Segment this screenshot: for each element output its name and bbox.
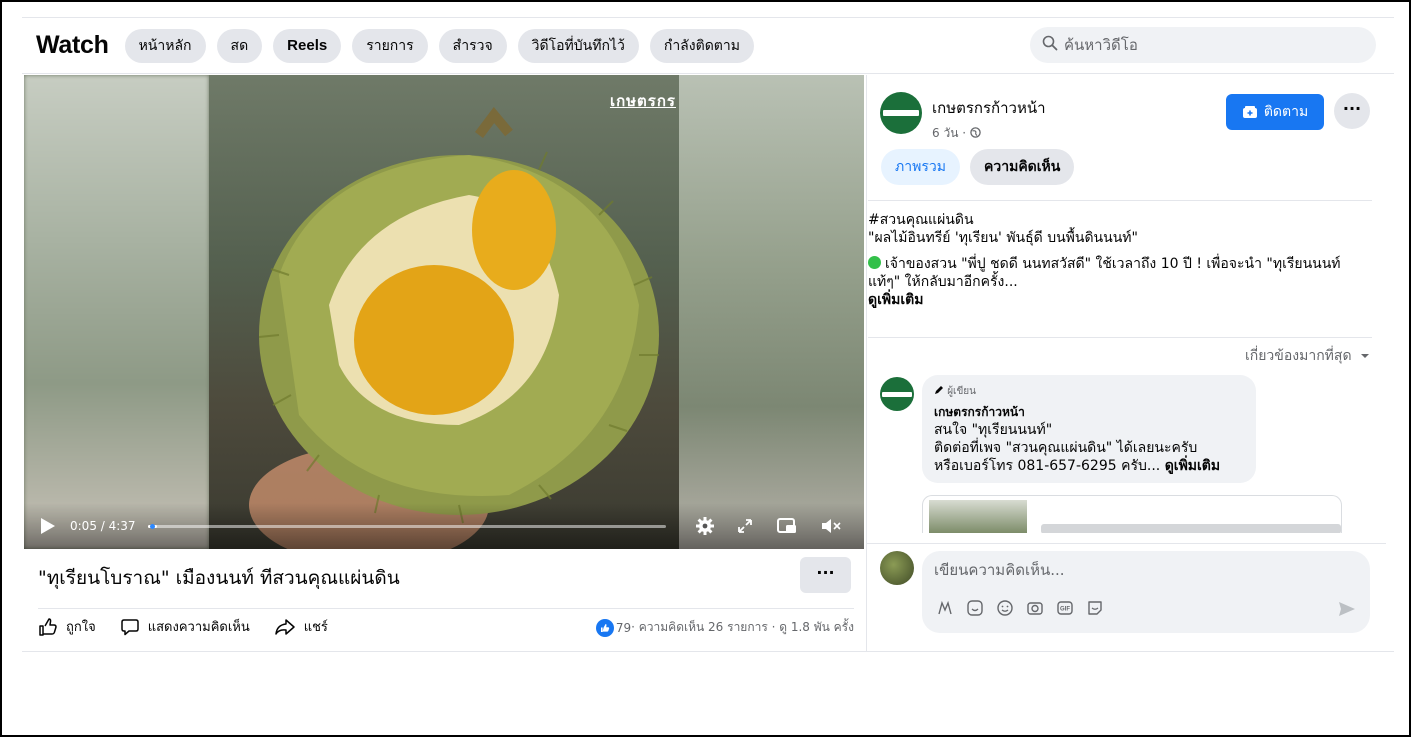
nav-pill-saved-videos[interactable]: วิดีโอที่บันทึกไว้ (517, 28, 639, 63)
avatar-sticker-icon[interactable] (936, 599, 954, 617)
emoji-icon[interactable] (996, 599, 1014, 617)
nav-pill-explore[interactable]: สำรวจ (438, 28, 507, 63)
comment-see-more[interactable]: ดูเพิ่มเติม (1165, 458, 1220, 474)
comment-author[interactable]: เกษตรกรก้าวหน้า (934, 403, 1244, 421)
nav-pill-reels[interactable]: Reels (273, 28, 342, 63)
comment-line2: ติดต่อที่เพจ "สวนคุณแผ่นดิน" ได้เลยนะครั… (934, 440, 1198, 456)
composer-divider (866, 543, 1386, 544)
search-input[interactable] (1064, 36, 1344, 54)
video-time: 0:05 / 4:37 (70, 519, 136, 533)
gif-icon[interactable]: GIF (1056, 599, 1074, 617)
video-more-button[interactable]: ··· (800, 557, 851, 593)
comment-bubble: ผู้เขียน เกษตรกรก้าวหน้า สนใจ "ทุเรียนนน… (922, 375, 1256, 483)
share-button[interactable]: แชร์ (274, 616, 328, 637)
link-preview-text (1041, 524, 1341, 533)
description-line2: เจ้าของสวน "พี่ปู ชดดี นนทสวัสดี" ใช้เวล… (868, 256, 1341, 290)
mute-icon[interactable] (820, 515, 842, 537)
page-more-button[interactable]: ··· (1334, 93, 1370, 129)
composer-tools: GIF (936, 599, 1116, 617)
like-label: ถูกใจ (66, 620, 96, 635)
sticker-smile-icon[interactable] (1086, 599, 1104, 617)
tab-comments[interactable]: ความคิดเห็น (970, 149, 1075, 185)
sort-label: เกี่ยวข้องมากที่สุด (1244, 348, 1352, 364)
video-blur-left (24, 75, 209, 549)
comment-link-preview[interactable] (922, 495, 1342, 533)
video-progress-track[interactable] (148, 524, 666, 529)
sticker-icon[interactable] (966, 599, 984, 617)
follow-button[interactable]: ติดตาม (1226, 94, 1324, 130)
author-badge: ผู้เขียน (934, 383, 1244, 401)
globe-icon (970, 127, 981, 138)
comment-avatar[interactable] (880, 377, 914, 411)
search-box[interactable] (1030, 27, 1376, 63)
page-avatar[interactable] (880, 92, 922, 134)
camera-icon[interactable] (1026, 599, 1044, 617)
durian-image (249, 106, 659, 549)
comment-composer[interactable]: GIF (922, 551, 1370, 633)
see-more-link[interactable]: ดูเพิ่มเติม (868, 291, 1372, 309)
comment-button[interactable]: แสดงความคิดเห็น (120, 616, 250, 637)
watch-header: Watch หน้าหลัก สด Reels รายการ สำรวจ วิด… (22, 18, 1394, 74)
video-title: "ทุเรียนโบราณ" เมืองนนท์ ทีสวนคุณแผ่นดิน (38, 567, 400, 589)
nav-pill-following[interactable]: กำลังติดตาม (649, 28, 754, 63)
post-time: 6 วัน · (932, 124, 1046, 143)
nav-pill-live[interactable]: สด (216, 28, 263, 63)
follow-label: ติดตาม (1263, 104, 1309, 120)
video-description: #สวนคุณแผ่นดิน "ผลไม้อินทรีย์ 'ทุเรียน' … (868, 211, 1372, 309)
settings-gear-icon[interactable] (694, 515, 716, 537)
likes-count[interactable]: 79 (616, 621, 631, 635)
nav-pill-shows[interactable]: รายการ (352, 28, 428, 63)
search-icon (1042, 35, 1058, 55)
video-progress-knob[interactable] (150, 524, 155, 529)
like-reaction-icon (595, 618, 614, 637)
follow-icon (1242, 106, 1257, 118)
pencil-icon (935, 386, 943, 394)
send-icon[interactable] (1338, 601, 1356, 617)
like-button[interactable]: ถูกใจ (38, 616, 96, 637)
user-avatar[interactable] (880, 551, 914, 585)
page-title: Watch (36, 31, 109, 59)
share-label: แชร์ (303, 620, 328, 635)
caret-down-icon (1361, 354, 1369, 358)
comment-sort-dropdown[interactable]: เกี่ยวข้องมากที่สุด (1245, 345, 1370, 367)
brand-watermark: เกษตรกร (609, 93, 676, 110)
comment-label: แสดงความคิดเห็น (147, 620, 250, 635)
page-name[interactable]: เกษตรกรก้าวหน้า (932, 96, 1046, 120)
share-icon (274, 618, 295, 635)
video-blur-right (679, 75, 864, 549)
description-line1: "ผลไม้อินทรีย์ 'ทุเรียน' พันธุ์ดี บนพื้น… (868, 230, 1138, 246)
video-info-panel: เกษตรกรก้าวหน้า 6 วัน · ติดตาม ··· ภาพรว… (866, 75, 1386, 650)
video-controls: 0:05 / 4:37 (24, 503, 864, 549)
tab-overview[interactable]: ภาพรวม (881, 149, 960, 185)
pip-icon[interactable] (776, 515, 798, 537)
thumbs-up-icon (39, 617, 57, 636)
comment-line3: หรือเบอร์โทร 081-657-6295 ครับ... (934, 458, 1161, 474)
fullscreen-icon[interactable] (734, 515, 756, 537)
stats-text[interactable]: · ความคิดเห็น 26 รายการ · ดู 1.8 พัน ครั… (631, 618, 854, 637)
nav-pill-home[interactable]: หน้าหลัก (124, 28, 206, 63)
play-icon[interactable] (40, 517, 56, 535)
green-circle-icon (868, 256, 881, 269)
comment-icon (120, 618, 139, 635)
bottom-divider (22, 651, 1394, 652)
comment-input[interactable] (934, 561, 1354, 579)
video-frame (209, 75, 679, 549)
description-hashtag[interactable]: #สวนคุณแผ่นดิน (868, 211, 1372, 229)
link-thumbnail (929, 500, 1027, 533)
comment-line1: สนใจ "ทุเรียนนนท์" (934, 422, 1053, 438)
page-header: เกษตรกรก้าวหน้า 6 วัน · (880, 92, 1046, 143)
svg-text:GIF: GIF (1060, 607, 1070, 613)
video-player[interactable]: เกษตรกร 0:05 / 4:37 (24, 75, 864, 549)
engagement-stats: 79 · ความคิดเห็น 26 รายการ · ดู 1.8 พัน … (595, 618, 854, 637)
tabs-divider (868, 200, 1372, 201)
page-logo (883, 110, 919, 116)
description-divider (868, 337, 1372, 338)
video-actions-bar: ถูกใจ แสดงความคิดเห็น แชร์ 79 · ความคิดเ… (38, 608, 854, 644)
